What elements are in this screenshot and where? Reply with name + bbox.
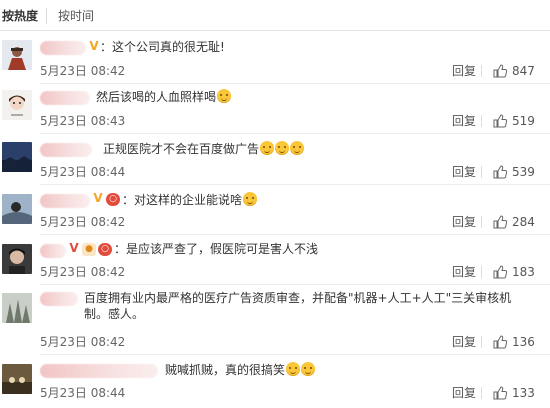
comment-text: 然后该喝的人血照样喝 [96, 89, 232, 105]
comment-time: 5月23日 08:42 [40, 265, 126, 279]
comment-item: V ○ ：对这样的企业能说啥 5月23日 08:42 回复 284 [0, 186, 550, 236]
comment-text: 正规医院才不会在百度做广告 [103, 141, 305, 157]
grin-emoji-icon [290, 141, 305, 155]
thumbs-up-icon [493, 165, 508, 179]
action-separator [481, 166, 482, 178]
reply-button[interactable]: 回复 [452, 335, 476, 349]
smile-emoji-icon [286, 362, 301, 376]
red-badge-icon: ○ [106, 193, 120, 206]
comment-item: V ：这个公司真的很无耻! 5月23日 08:42 回复 847 [0, 36, 550, 86]
avatar[interactable] [2, 364, 32, 394]
like-count: 519 [512, 114, 535, 128]
comment-time: 5月23日 08:43 [40, 114, 126, 128]
hug-emoji-icon [243, 192, 258, 206]
blurred-username[interactable] [40, 91, 90, 105]
comment-divider [40, 234, 550, 235]
comment-item: 正规医院才不会在百度做广告 5月23日 08:44 回复 539 [0, 136, 550, 186]
comment-text: 贼喊抓贼，真的很搞笑 [165, 362, 316, 378]
sort-separator [46, 8, 47, 24]
avatar[interactable] [2, 40, 32, 70]
laughing-emoji-icon [217, 89, 232, 103]
reply-button[interactable]: 回复 [452, 386, 476, 400]
grin-emoji-icon [275, 141, 290, 155]
comment-text: ：这个公司真的很无耻! [100, 40, 225, 54]
grin-emoji-icon [260, 141, 275, 155]
blurred-username[interactable] [40, 194, 90, 208]
action-separator [481, 115, 482, 127]
sort-bar: 按热度 按时间 [0, 0, 550, 31]
blurred-username[interactable] [40, 364, 158, 378]
thumbs-up-icon [493, 265, 508, 279]
verified-icon: V [69, 241, 79, 255]
avatar-image-icon [2, 194, 32, 224]
comment-text-content: ：对这样的企业能说啥 [122, 193, 243, 207]
thumbs-up-icon [493, 335, 508, 349]
verified-icon: V [93, 191, 103, 205]
like-count: 183 [512, 265, 535, 279]
avatar[interactable] [2, 194, 32, 224]
comment-time: 5月23日 08:42 [40, 335, 126, 349]
avatar-image-icon [2, 244, 32, 274]
like-count: 136 [512, 335, 535, 349]
comment-text-content: 正规医院才不会在百度做广告 [103, 142, 260, 156]
sort-by-time-tab[interactable]: 按时间 [58, 9, 94, 23]
comment-time: 5月23日 08:44 [40, 386, 126, 400]
avatar-image-icon [2, 293, 32, 323]
comment-item: 贼喊抓贼，真的很搞笑 5月23日 08:44 回复 133 [0, 356, 550, 408]
avatar-image-icon [2, 90, 32, 120]
verified-icon: V [89, 39, 99, 53]
reply-button[interactable]: 回复 [452, 215, 476, 229]
thumbs-up-icon [493, 64, 508, 78]
blurred-username[interactable] [40, 41, 86, 55]
avatar[interactable] [2, 244, 32, 274]
comment-text: 百度拥有业内最严格的医疗广告资质审查，并配备"机器+人工+人工"三关审核机制。感… [84, 291, 512, 321]
avatar-image-icon [2, 40, 32, 70]
like-count: 847 [512, 64, 535, 78]
comment-divider [40, 133, 550, 134]
comment-time: 5月23日 08:44 [40, 165, 126, 179]
reply-button[interactable]: 回复 [452, 114, 476, 128]
level-badge-icon: ● [82, 243, 96, 256]
comment-time: 5月23日 08:42 [40, 64, 126, 78]
thumbs-up-icon [493, 386, 508, 400]
action-separator [481, 216, 482, 228]
like-count: 539 [512, 165, 535, 179]
avatar[interactable] [2, 90, 32, 120]
like-count: 133 [512, 386, 535, 400]
comment-text-content: 贼喊抓贼，真的很搞笑 [165, 363, 286, 377]
thumbs-up-icon [493, 215, 508, 229]
avatar-image-icon [2, 364, 32, 394]
smile-emoji-icon [301, 362, 316, 376]
blurred-username[interactable] [40, 292, 78, 306]
sort-by-hot-tab[interactable]: 按热度 [2, 9, 38, 23]
reply-button[interactable]: 回复 [452, 265, 476, 279]
reply-button[interactable]: 回复 [452, 64, 476, 78]
action-separator [481, 65, 482, 77]
comment-item: V ● ○ ：是应该严查了，假医院可是害人不浅 5月23日 08:42 回复 1… [0, 236, 550, 286]
red-badge-icon: ○ [98, 243, 112, 256]
avatar[interactable] [2, 293, 32, 323]
comment-divider [40, 83, 550, 84]
avatar[interactable] [2, 142, 32, 172]
action-separator [481, 266, 482, 278]
blurred-username[interactable] [40, 143, 92, 157]
comment-divider [40, 184, 550, 185]
action-separator [481, 387, 482, 399]
comment-divider [40, 284, 550, 285]
action-separator [481, 336, 482, 348]
comment-item: 百度拥有业内最严格的医疗广告资质审查，并配备"机器+人工+人工"三关审核机制。感… [0, 286, 550, 356]
comment-divider [40, 354, 550, 355]
avatar-image-icon [2, 142, 32, 172]
thumbs-up-icon [493, 114, 508, 128]
like-count: 284 [512, 215, 535, 229]
comment-text: ：对这样的企业能说啥 [122, 192, 258, 208]
reply-button[interactable]: 回复 [452, 165, 476, 179]
comment-item: 然后该喝的人血照样喝 5月23日 08:43 回复 519 [0, 86, 550, 136]
comment-text: ：是应该严查了，假医院可是害人不浅 [114, 242, 319, 256]
blurred-username[interactable] [40, 244, 66, 258]
comment-time: 5月23日 08:42 [40, 215, 126, 229]
comment-text-content: 然后该喝的人血照样喝 [96, 90, 217, 104]
